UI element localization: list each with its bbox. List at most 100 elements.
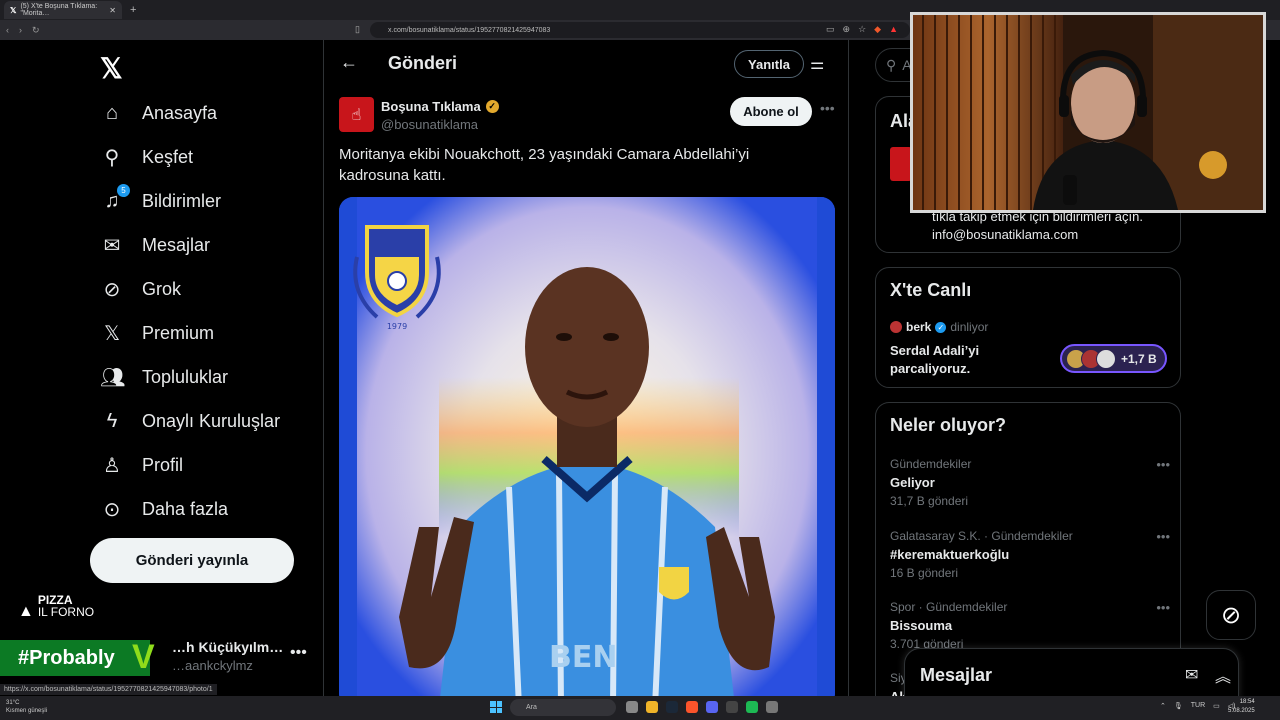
trend-name: Bissouma [890,618,953,633]
live-user-name: berk [906,320,932,334]
settings-icon[interactable] [766,701,778,713]
task-view-icon[interactable] [626,701,638,713]
expand-up-icon[interactable]: ︽ [1215,663,1231,687]
author-avatar[interactable]: ☝︎ [339,97,374,132]
alert-icon[interactable]: ▲ [889,24,898,35]
taskbar-search[interactable]: Ara [510,699,616,716]
subscribe-button[interactable]: Abone ol [730,97,812,126]
nav-item-explore[interactable]: ⚲ Keşfet [100,142,193,172]
x-icon: 𝕏 [103,322,121,345]
trend-more-icon[interactable]: ••• [1156,529,1170,544]
space-listeners-pill[interactable]: +1,7 B [1060,344,1167,373]
grok-fab-button[interactable]: ⊘ [1206,590,1256,640]
zoom-icon[interactable]: ⊕ [843,24,851,35]
nav-label: Onaylı Kuruluşlar [142,410,281,431]
trend-more-icon[interactable]: ••• [1156,600,1170,615]
steam-icon[interactable] [666,701,678,713]
trend-item[interactable]: Spor · Gündemdekiler Bissouma 3.701 gönd… [890,600,1170,651]
star-icon[interactable]: ☆ [858,24,866,35]
taskbar-search-label: Ara [526,704,537,711]
clock[interactable]: 18:54 5.08.2025 [1228,698,1255,716]
language-indicator[interactable]: TUR [1191,702,1205,710]
post-image[interactable]: 1979 BEN [339,197,835,696]
trend-more-icon[interactable]: ••• [1156,457,1170,472]
weather-widget[interactable]: 31°C Kısmen güneşli [6,699,47,715]
browser-tab[interactable]: 𝕏 (5) X'te Boşuna Tıklama: "Morita… ✕ [4,1,122,19]
nav-item-communities[interactable]: 👥︎ Topluluklar [100,362,228,392]
windows-start-icon[interactable] [490,701,502,713]
author-name-row[interactable]: Boşuna Tıklama ✓ [381,99,499,114]
clock-date: 5.08.2025 [1228,708,1255,714]
avatar [1096,348,1116,369]
bell-icon: ♫ 5 [100,183,130,213]
back-icon[interactable]: ‹ [6,25,9,35]
brave-icon[interactable]: ◆ [874,24,881,35]
nav-label: Profil [142,454,184,475]
trend-count: 16 B gönderi [890,566,959,580]
reload-icon[interactable]: ↻ [32,25,40,36]
live-title: X'te Canlı [890,280,972,300]
account-handle[interactable]: …aankckylmz [172,658,253,673]
reply-button[interactable]: Yanıtla [734,50,804,78]
new-tab-button[interactable]: + [130,4,136,16]
clock-time: 18:54 [1239,699,1255,705]
new-message-icon[interactable]: ✉ [1185,665,1198,685]
forward-icon[interactable]: › [19,25,22,35]
tray-up-icon[interactable]: ⌃ [1160,702,1166,710]
more-circle-icon: ⊙ [103,498,121,521]
trend-category: Spor · Gündemdekiler [890,600,1008,614]
post-button[interactable]: Gönderi yayınla [90,538,294,583]
trend-item[interactable]: Galatasaray S.K. · Gündemdekiler #kerema… [890,529,1170,580]
trend-name: #keremaktuerkoğlu [890,547,1010,562]
network-icon[interactable]: ▭ [1213,702,1220,710]
cast-icon[interactable]: ▭ [826,24,835,35]
sliders-icon[interactable]: ⚌ [810,54,824,74]
author-handle[interactable]: @bosunatiklama [381,117,478,132]
nav-item-grok[interactable]: ⊘ Grok [100,274,181,304]
nav-label: Bildirimler [142,190,222,211]
system-tray: ⌃ 🎙︎ TUR ▭ ◁) [1160,702,1236,710]
discord-icon[interactable] [706,701,718,713]
extension-icons: ▭ ⊕ ☆ ◆ ▲ [826,24,898,35]
live-card: X'te Canlı berk ✓ dinliyor Serdal Adali’… [875,267,1181,388]
post-more-icon[interactable]: ••• [820,100,835,116]
nav-label: Keşfet [142,146,194,167]
about-email[interactable]: info@bosunatiklama.com [932,227,1078,242]
grok-icon: ⊘ [103,278,121,301]
gold-verified-icon: ✓ [485,100,499,113]
nav-item-notifications[interactable]: ♫ 5 Bildirimler [100,183,222,216]
obs-icon[interactable] [726,701,738,713]
account-name[interactable]: …h Küçükyılm… [172,639,283,655]
player-photo: 1979 BEN [339,197,835,696]
nav-item-profile[interactable]: ♙ Profil [100,450,183,480]
nav-item-messages[interactable]: ✉ Mesajlar [100,230,210,260]
nav-item-home[interactable]: ⌂ Anasayfa [100,98,217,128]
file-explorer-icon[interactable] [646,701,658,713]
search-icon: ⚲ [886,56,897,73]
home-icon: ⌂ [105,101,119,124]
close-icon[interactable]: ✕ [109,6,116,15]
brave-icon[interactable] [686,701,698,713]
app-icon[interactable] [746,701,758,713]
nav-item-premium[interactable]: 𝕏 Premium [100,318,214,348]
svg-text:BEN: BEN [549,640,617,675]
about-avatar[interactable] [890,147,912,181]
brand-bottom: IL FORNO [37,605,95,619]
people-icon: 👥︎ [100,366,126,389]
mail-icon: ✉ [103,234,121,257]
bookmark-icon[interactable]: ▯ [355,24,360,35]
nav-item-verified-orgs[interactable]: ϟ Onaylı Kuruluşlar [100,406,280,436]
messages-drawer[interactable]: Mesajlar ✉ ︽ [904,648,1239,700]
trend-item[interactable]: Gündemdekiler Geliyor 31,7 B gönderi ••• [890,457,1170,508]
trends-title: Neler oluyor? [890,415,1007,435]
mic-icon[interactable]: 🎙︎ [1174,702,1183,710]
nav-label: Premium [142,322,215,343]
account-more-icon[interactable]: ••• [290,644,307,662]
x-logo-icon[interactable]: 𝕏 [100,52,123,85]
lightning-icon: ϟ [106,409,118,432]
live-user-row[interactable]: berk ✓ dinliyor [890,320,988,334]
back-arrow-icon[interactable]: ← [340,52,358,73]
nav-item-more[interactable]: ⊙ Daha fazla [100,494,228,524]
listener-count: +1,7 B [1121,351,1157,366]
space-title[interactable]: Serdal Adali’yi parcaliyoruz. [890,342,1040,378]
